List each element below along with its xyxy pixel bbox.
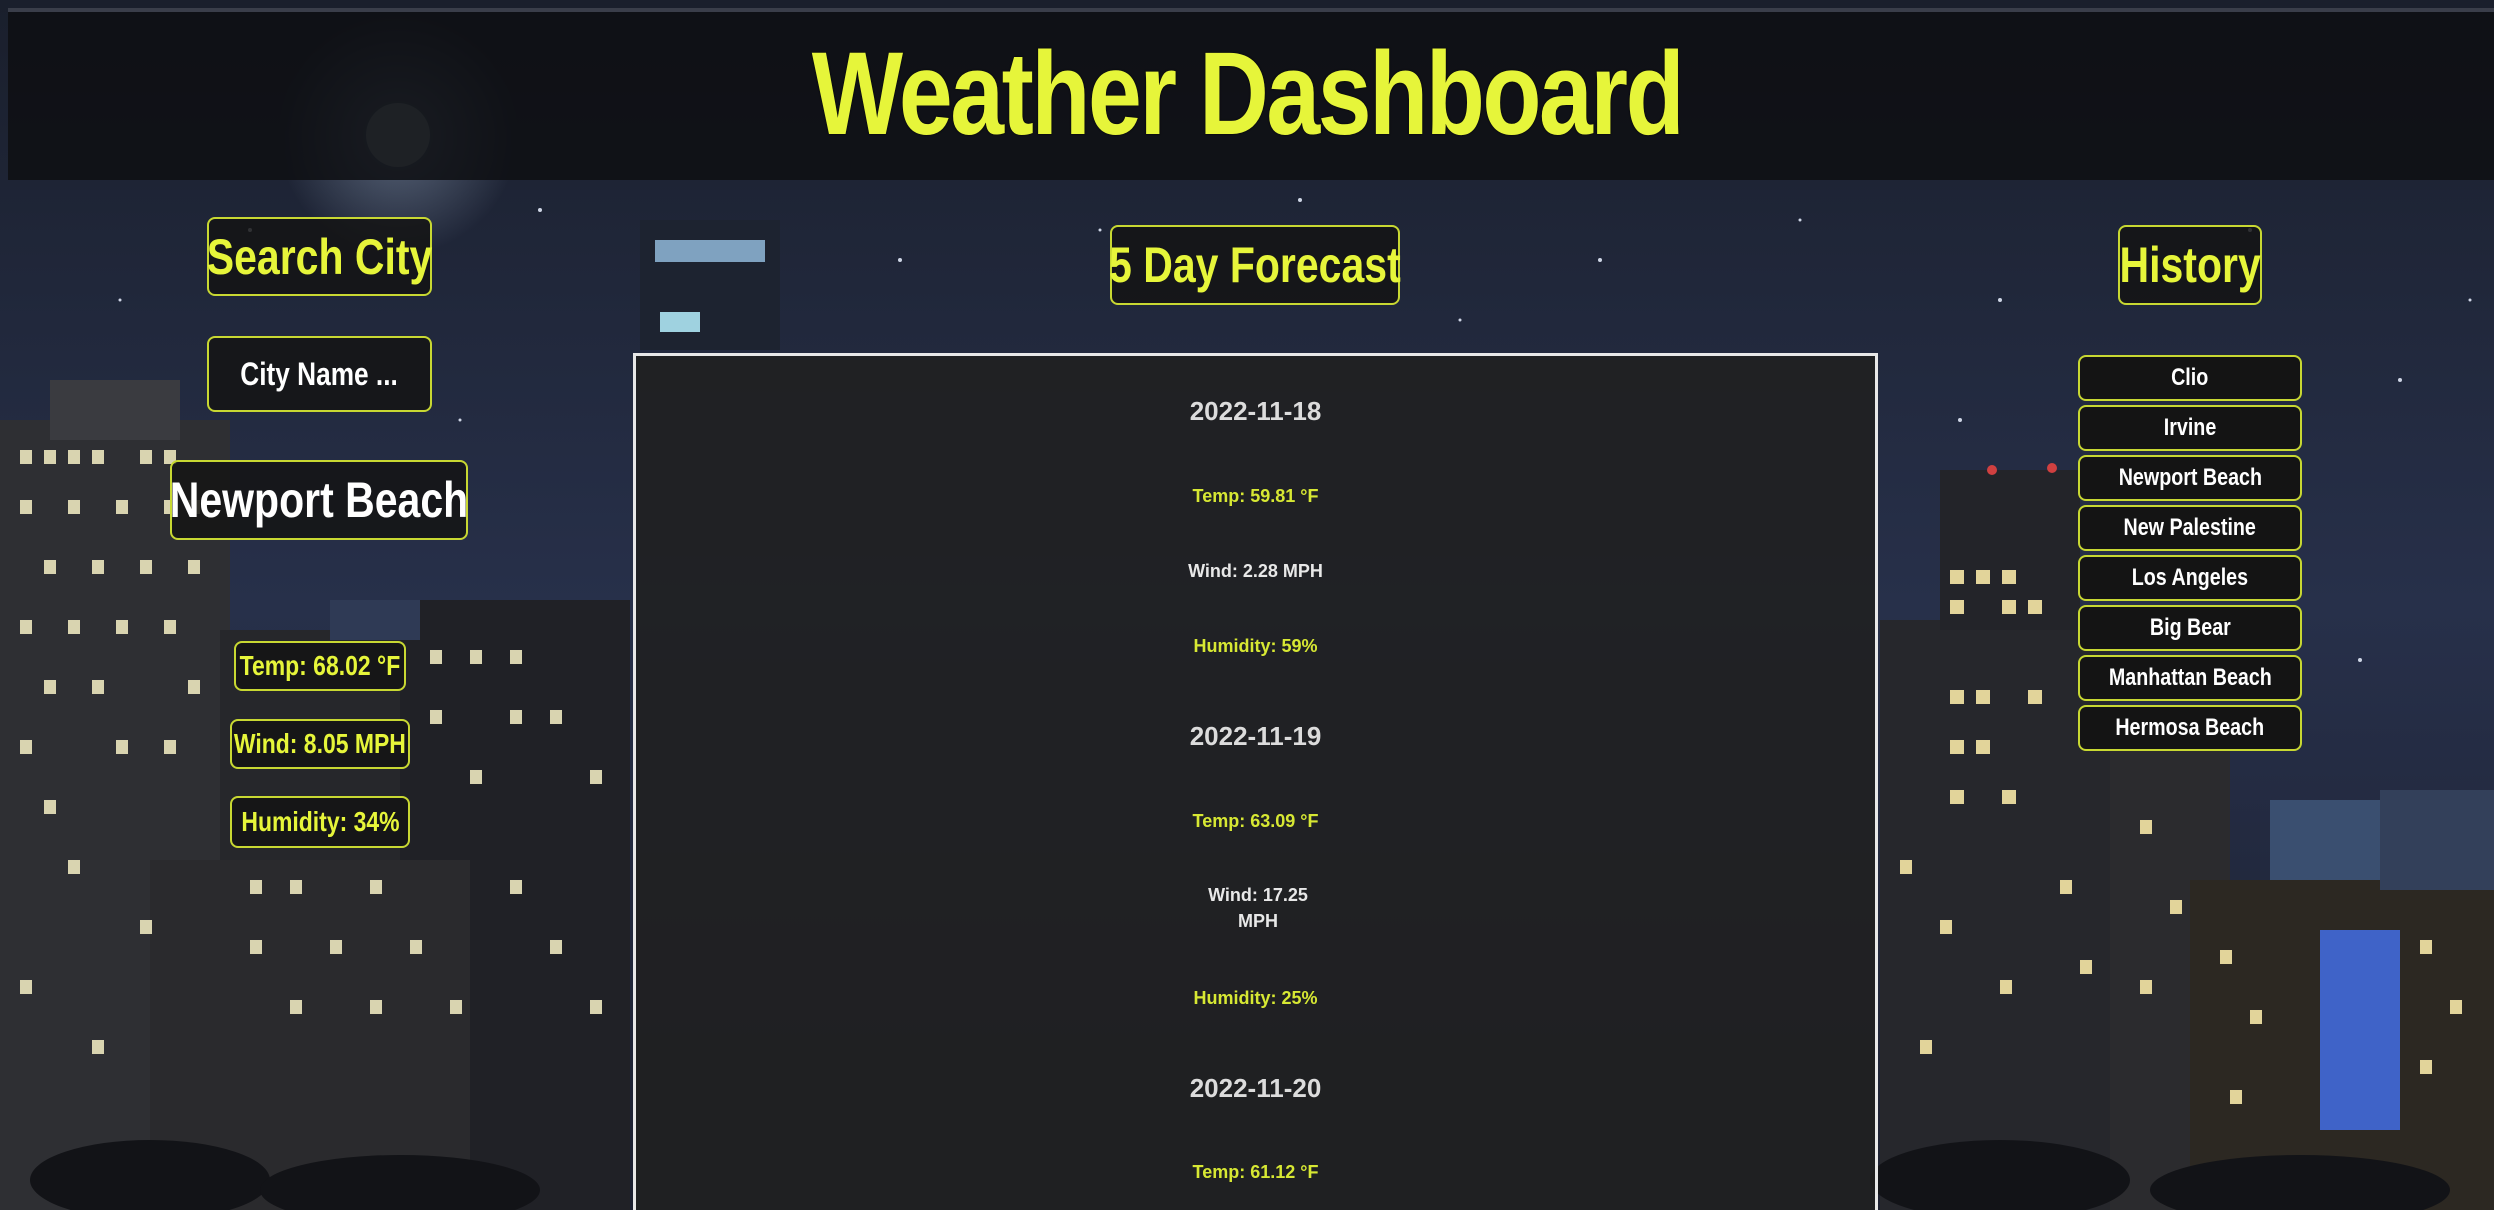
city-search-placeholder: City Name ...: [240, 355, 399, 392]
history-item-newport-beach[interactable]: Newport Beach: [2078, 455, 2302, 501]
city-search-input[interactable]: City Name ...: [207, 336, 432, 412]
history-item-big-bear[interactable]: Big Bear: [2078, 605, 2302, 651]
forecast-panel: 2022-11-18 Temp: 59.81 °F Wind: 2.28 MPH…: [633, 353, 1878, 1210]
history-heading: History: [2118, 225, 2262, 305]
current-city-name: Newport Beach: [170, 460, 468, 540]
forecast-date: 2022-11-20: [1189, 1073, 1322, 1103]
forecast-heading: 5 Day Forecast: [1109, 225, 1401, 305]
history-item-label: Irvine: [2163, 414, 2217, 441]
forecast-date: 2022-11-18: [1189, 396, 1322, 426]
forecast-wind: Wind: 17.25 MPH: [1208, 885, 1308, 931]
current-city-label: Newport Beach: [169, 472, 469, 528]
history-item-los-angeles[interactable]: Los Angeles: [2078, 555, 2302, 601]
history-item-irvine[interactable]: Irvine: [2078, 405, 2302, 451]
forecast-heading-label: 5 Day Forecast: [1109, 237, 1401, 293]
current-humidity: Humidity: 34%: [230, 796, 410, 848]
forecast-humidity: Humidity: 59%: [1193, 636, 1318, 656]
history-item-label: Manhattan Beach: [2108, 664, 2272, 691]
forecast-temp: Temp: 59.81 °F: [1192, 486, 1319, 506]
forecast-temp: Temp: 61.12 °F: [1192, 1162, 1319, 1182]
search-city-heading: Search City: [207, 217, 432, 296]
history-heading-label: History: [2119, 237, 2261, 293]
forecast-temp: Temp: 63.09 °F: [1192, 811, 1319, 831]
history-item-label: Big Bear: [2149, 614, 2231, 641]
current-temp-label: Temp: 68.02 °F: [239, 650, 401, 681]
history-item-label: Clio: [2171, 364, 2209, 391]
history-item-label: Newport Beach: [2118, 464, 2262, 491]
current-wind-label: Wind: 8.05 MPH: [233, 728, 407, 759]
history-item-label: Hermosa Beach: [2115, 714, 2265, 741]
forecast-wind: Wind: 2.28 MPH: [1188, 561, 1323, 581]
history-item-hermosa-beach[interactable]: Hermosa Beach: [2078, 705, 2302, 751]
history-item-new-palestine[interactable]: New Palestine: [2078, 505, 2302, 551]
search-city-heading-label: Search City: [206, 228, 433, 285]
history-item-clio[interactable]: Clio: [2078, 355, 2302, 401]
page-title: Weather Dashboard: [811, 28, 1685, 160]
history-item-label: Los Angeles: [2131, 564, 2249, 591]
current-wind: Wind: 8.05 MPH: [230, 719, 410, 769]
forecast-humidity: Humidity: 25%: [1193, 988, 1318, 1008]
forecast-date: 2022-11-19: [1189, 721, 1322, 751]
current-humidity-label: Humidity: 34%: [240, 806, 400, 837]
history-item-label: New Palestine: [2123, 514, 2257, 541]
current-temp: Temp: 68.02 °F: [234, 641, 406, 691]
history-item-manhattan-beach[interactable]: Manhattan Beach: [2078, 655, 2302, 701]
